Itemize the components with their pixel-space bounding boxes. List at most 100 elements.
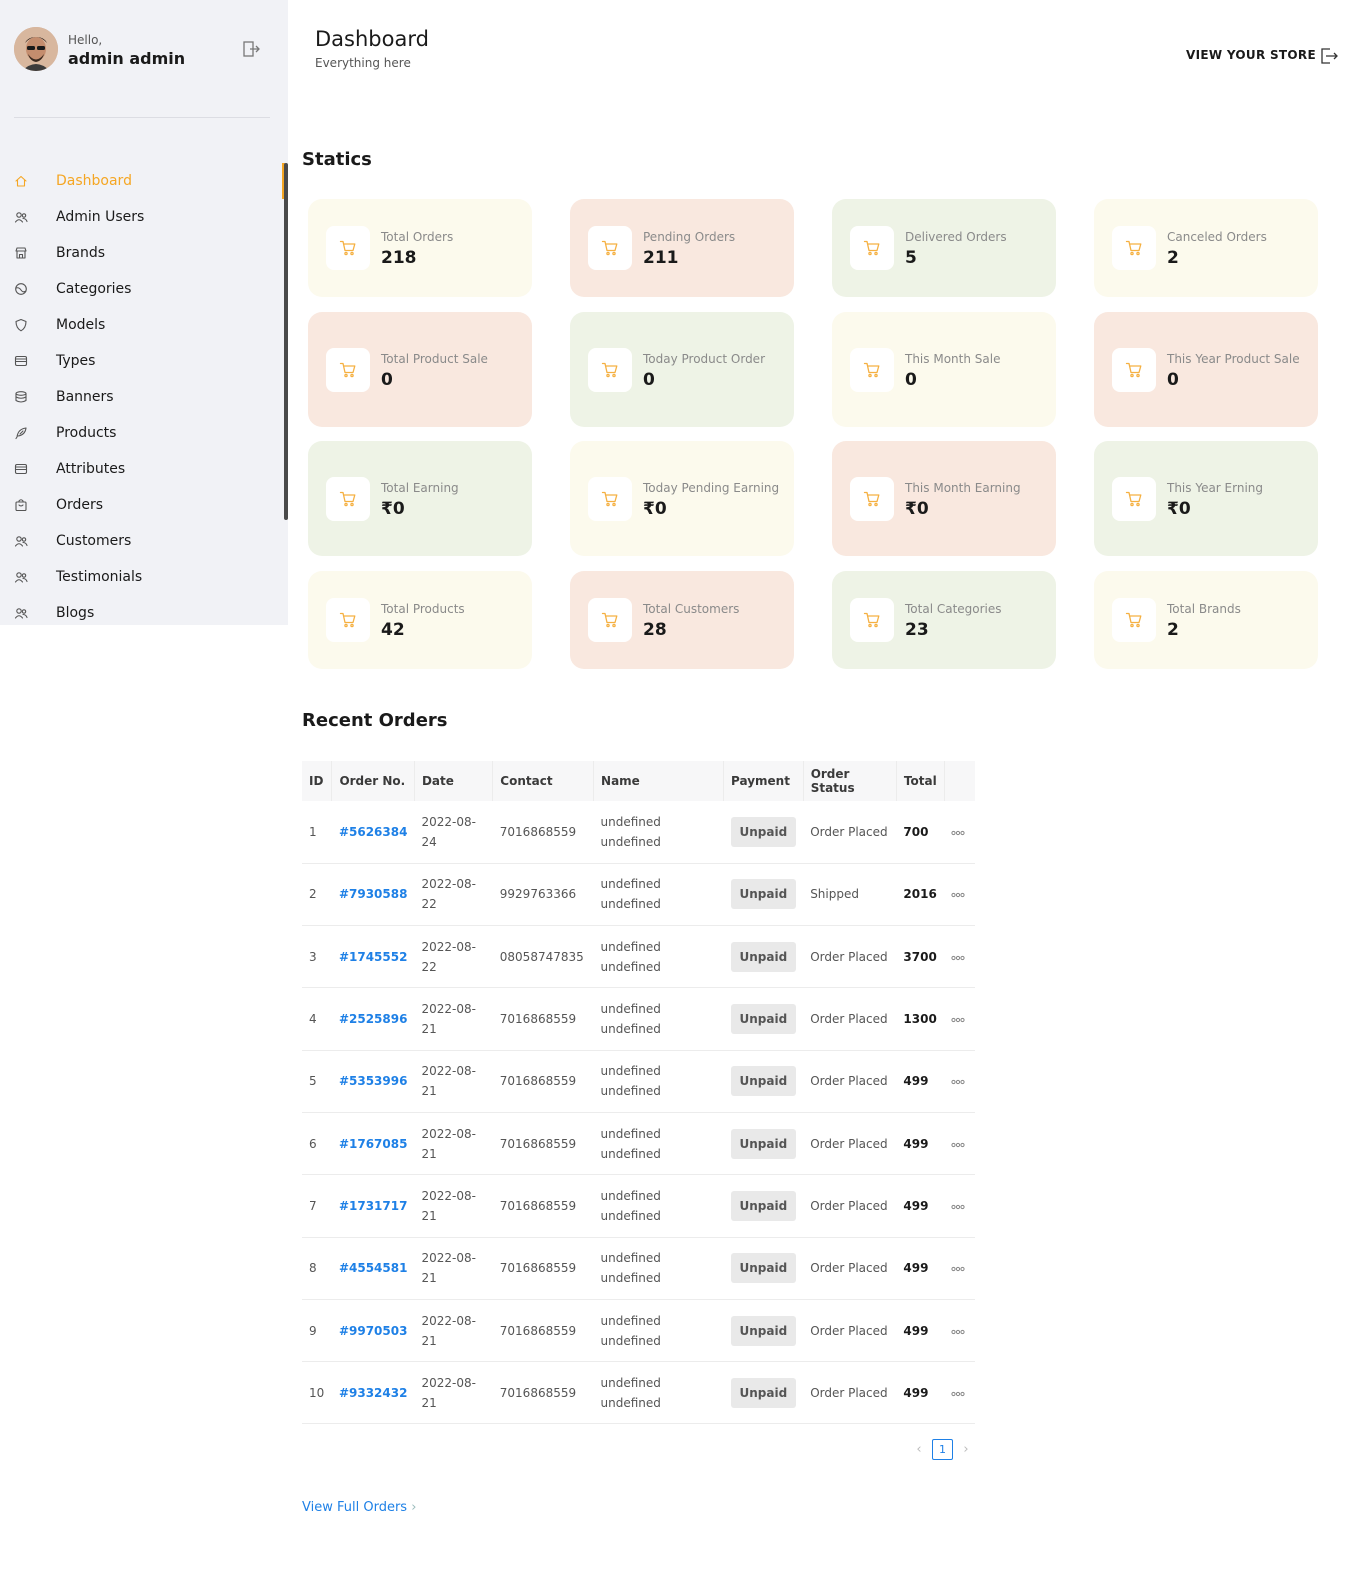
cart-icon [588, 477, 632, 521]
cell-name: undefined undefined [593, 1050, 724, 1113]
stat-value: 211 [643, 248, 679, 268]
cell-status: Order Placed [803, 1237, 897, 1300]
cart-icon [1112, 226, 1156, 270]
sidebar-item-banners[interactable]: Banners [0, 379, 284, 415]
sidebar-item-products[interactable]: Products [0, 415, 284, 451]
more-options-icon[interactable] [951, 1079, 965, 1085]
sidebar-item-label: Brands [56, 245, 105, 261]
table-row[interactable]: 9 #9970503 2022-08-21 7016868559 undefined u… [302, 1299, 975, 1363]
cell-actions [944, 1299, 975, 1363]
stat-card-text: Today Product Order 0 [643, 349, 782, 391]
store-icon [14, 246, 28, 260]
table-row[interactable]: 2 #7930588 2022-08-22 9929763366 undefined u… [302, 863, 975, 927]
cell-contact: 7016868559 [492, 1237, 594, 1300]
table-row[interactable]: 7 #1731717 2022-08-21 7016868559 undefined u… [302, 1174, 975, 1238]
table-row[interactable]: 3 #1745552 2022-08-22 08058747835 undefined … [302, 925, 975, 989]
cell-order-no: #1731717 [331, 1174, 415, 1238]
cell-actions [944, 863, 975, 927]
sidebar-item-label: Categories [56, 281, 132, 297]
sidebar-item-label: Blogs [56, 605, 95, 621]
cell-order-no: #1745552 [331, 925, 415, 989]
order-link[interactable]: #1767085 [339, 1137, 408, 1151]
more-options-icon[interactable] [951, 955, 965, 961]
view-full-orders-label: View Full Orders [302, 1500, 408, 1515]
cart-icon [326, 477, 370, 521]
next-page-icon[interactable]: › [959, 1442, 973, 1457]
table-row[interactable]: 10 #9332432 2022-08-21 7016868559 undefined … [302, 1361, 975, 1425]
more-options-icon[interactable] [951, 1391, 965, 1397]
stat-label: Today Product Order [643, 352, 765, 366]
sidebar-item-admin-users[interactable]: Admin Users [0, 199, 284, 235]
stat-value: ₹0 [643, 499, 667, 519]
more-options-icon[interactable] [951, 1266, 965, 1272]
more-options-icon[interactable] [951, 1142, 965, 1148]
cart-icon [588, 348, 632, 392]
sidebar-item-brands[interactable]: Brands [0, 235, 284, 271]
more-options-icon[interactable] [951, 1017, 965, 1023]
cell-total: 2016 [896, 863, 945, 927]
sidebar-item-categories[interactable]: Categories [0, 271, 284, 307]
sidebar-item-customers[interactable]: Customers [0, 523, 284, 559]
logout-icon[interactable] [241, 39, 261, 59]
stat-card-total-brands: Total Brands 2 [1094, 571, 1318, 669]
order-link[interactable]: #5353996 [339, 1074, 408, 1088]
table-row[interactable]: 5 #5353996 2022-08-21 7016868559 undefined u… [302, 1050, 975, 1113]
table-row[interactable]: 8 #4554581 2022-08-21 7016868559 undefined u… [302, 1237, 975, 1300]
payment-badge: Unpaid [730, 816, 797, 847]
more-options-icon[interactable] [951, 1329, 965, 1335]
table-row[interactable]: 6 #1767085 2022-08-21 7016868559 undefined u… [302, 1112, 975, 1176]
cell-actions [944, 1112, 975, 1176]
page-number[interactable]: 1 [932, 1439, 953, 1460]
more-options-icon[interactable] [951, 1204, 965, 1210]
cell-payment: Unpaid [723, 1050, 804, 1113]
order-link[interactable]: #9332432 [339, 1386, 408, 1400]
view-full-orders-link[interactable]: View Full Orders › [302, 1500, 416, 1515]
table-row[interactable]: 1 #5626384 2022-08-24 7016868559 undefined u… [302, 801, 975, 864]
more-options-icon[interactable] [951, 892, 965, 898]
sidebar-item-attributes[interactable]: Attributes [0, 451, 284, 487]
stat-label: Total Customers [643, 602, 740, 616]
cell-name: undefined undefined [593, 1299, 724, 1363]
order-link[interactable]: #9970503 [339, 1324, 408, 1338]
sidebar-item-types[interactable]: Types [0, 343, 284, 379]
order-link[interactable]: #5626384 [339, 825, 408, 839]
logout-icon[interactable] [1319, 46, 1339, 66]
order-total: 2016 [903, 887, 937, 902]
cell-id: 1 [302, 801, 332, 864]
order-total: 700 [903, 824, 929, 839]
order-link[interactable]: #1731717 [339, 1199, 408, 1213]
cell-id: 8 [302, 1237, 332, 1300]
table-row[interactable]: 4 #2525896 2022-08-21 7016868559 undefined u… [302, 987, 975, 1051]
order-link[interactable]: #4554581 [339, 1261, 408, 1275]
table-header-row: ID Order No. Date Contact Name Payment O… [302, 761, 975, 801]
cell-contact: 7016868559 [492, 1299, 594, 1363]
stat-card-total-customers: Total Customers 28 [570, 571, 794, 669]
prev-page-icon[interactable]: ‹ [912, 1442, 926, 1457]
order-total: 499 [903, 1074, 929, 1089]
cell-total: 1300 [896, 987, 945, 1051]
sidebar-item-orders[interactable]: Orders [0, 487, 284, 523]
more-options-icon[interactable] [951, 830, 965, 836]
sidebar-item-testimonials[interactable]: Testimonials [0, 559, 284, 595]
order-total: 499 [903, 1261, 929, 1276]
cell-actions [944, 1050, 975, 1113]
column-header: Order No. [331, 761, 415, 801]
stat-label: This Year Product Sale [1167, 352, 1300, 366]
order-link[interactable]: #2525896 [339, 1012, 408, 1026]
cell-payment: Unpaid [723, 801, 804, 864]
stat-value: 42 [381, 620, 405, 640]
cell-order-no: #1767085 [331, 1112, 415, 1176]
view-store-link[interactable]: VIEW YOUR STORE [1186, 48, 1316, 62]
cart-icon [850, 226, 894, 270]
cart-icon [1112, 477, 1156, 521]
sidebar-item-models[interactable]: Models [0, 307, 284, 343]
sidebar-item-blogs[interactable]: Blogs [0, 595, 284, 625]
order-link[interactable]: #7930588 [339, 887, 408, 901]
order-link[interactable]: #1745552 [339, 950, 408, 964]
cart-icon [850, 477, 894, 521]
cell-payment: Unpaid [723, 925, 804, 989]
sidebar-item-dashboard[interactable]: Dashboard [0, 163, 284, 199]
sidebar-scrollbar[interactable] [284, 163, 288, 520]
stat-card-total-orders: Total Orders 218 [308, 199, 532, 297]
stat-card-canceled-orders: Canceled Orders 2 [1094, 199, 1318, 297]
